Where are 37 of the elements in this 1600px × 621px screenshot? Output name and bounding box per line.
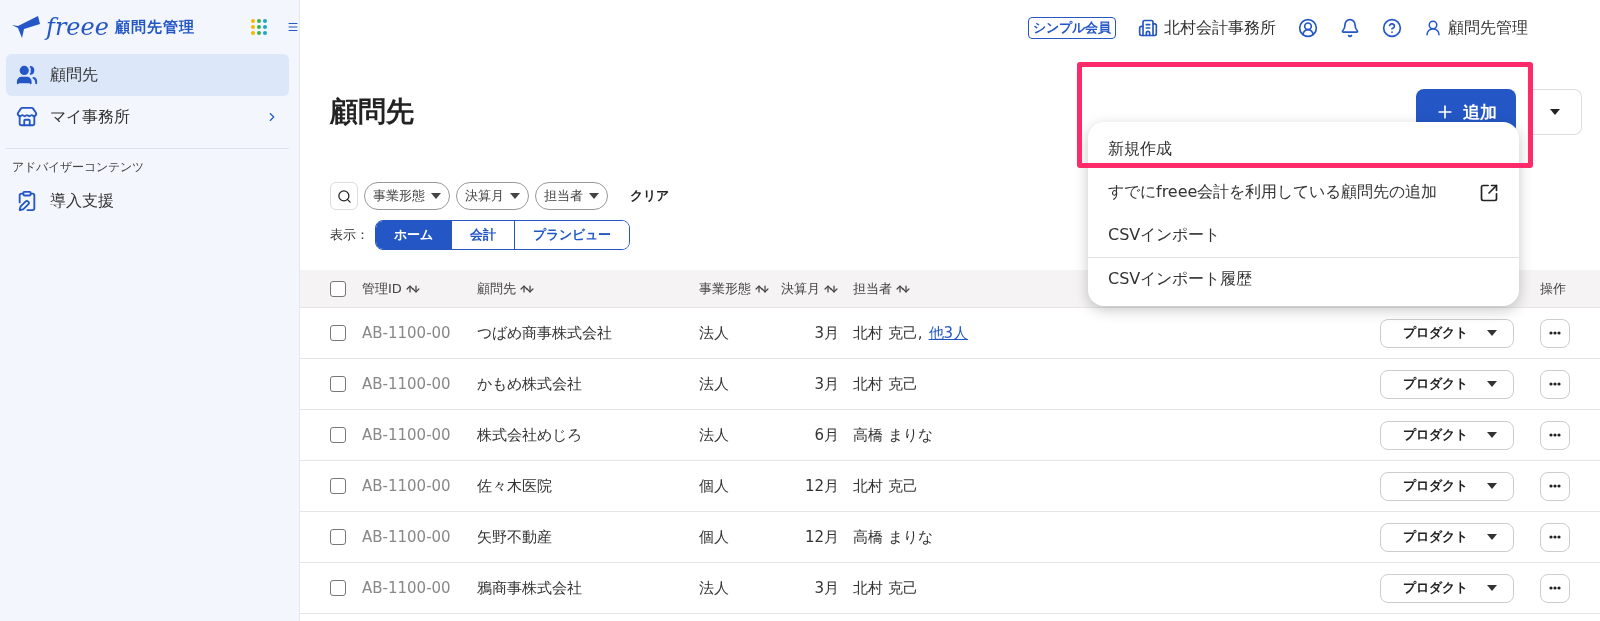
table-cell-text: AB-1100-00	[362, 324, 452, 342]
logo-text: freee	[46, 13, 109, 41]
table-cell-text: 法人	[699, 578, 730, 598]
table-cell-text: 12月	[803, 527, 840, 547]
table-cell-text: AB-1100-00	[362, 579, 452, 597]
table-cell-text: 3月	[813, 578, 840, 598]
table-cell-text: 法人	[699, 374, 730, 394]
table-cell: 北村 克己	[853, 578, 918, 597]
table-cell-text: 矢野不動産	[477, 527, 553, 547]
product-name: 顧問先管理	[114, 17, 195, 37]
table-cell-text: AB-1100-00	[362, 375, 452, 393]
view-label: 表示：	[330, 226, 369, 244]
table-cell-text: 株式会社めじろ	[477, 425, 583, 445]
table-cell-text: 個人	[699, 527, 730, 547]
column-header: 操作	[1540, 279, 1567, 298]
table-cell: 高橋 まりな	[853, 527, 933, 546]
page-title: 顧問先	[330, 94, 414, 130]
plan-badge: シンプル会員	[1028, 17, 1116, 39]
table-cell: 北村 克己,	[853, 323, 923, 342]
table-cell-text: 12月	[803, 476, 840, 496]
table-cell-text: 佐々木医院	[477, 476, 553, 496]
table-cell: 高橋 まりな	[853, 425, 933, 444]
table-cell: 北村 克己	[853, 374, 918, 393]
table-cell-text: AB-1100-00	[362, 477, 452, 495]
table-cell-text: つばめ商事株式会社	[477, 323, 613, 343]
table-cell-text: 法人	[699, 323, 730, 343]
table-cell-text: 法人	[699, 425, 730, 445]
table-cell-text: AB-1100-00	[362, 528, 452, 546]
table-cell-text: かもめ株式会社	[477, 374, 583, 394]
table-cell-text: 3月	[813, 323, 840, 343]
table-cell-text: 3月	[813, 374, 840, 394]
table-cell-text: 6月	[813, 425, 840, 445]
table-cell-text: 個人	[699, 476, 730, 496]
section-title: アドバイザーコンテンツ	[11, 159, 145, 176]
table-cell-text: AB-1100-00	[362, 426, 452, 444]
table-cell-text: 鴉商事株式会社	[477, 578, 583, 598]
table-cell: 北村 克己	[853, 476, 918, 495]
